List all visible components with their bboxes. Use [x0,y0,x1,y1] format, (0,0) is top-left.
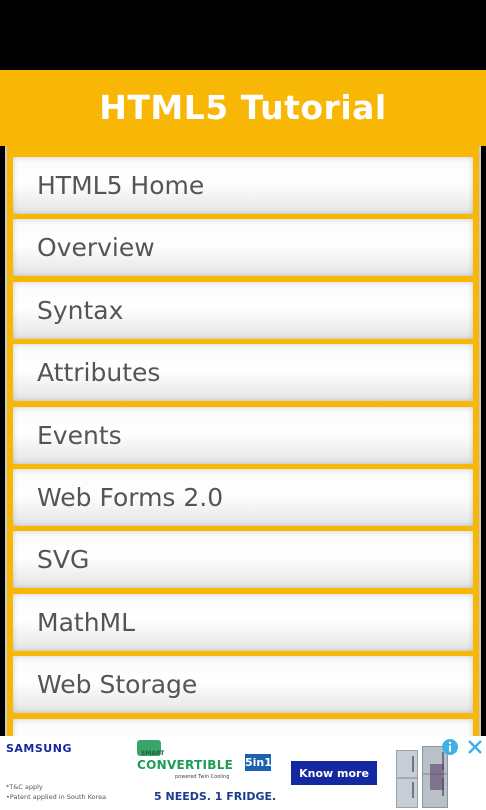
menu-item-events[interactable]: Events [13,406,473,464]
menu-item-label: SVG [37,545,90,575]
ad-product-name: CONVERTIBLE [137,758,234,772]
menu-item-mathml[interactable]: MathML [13,593,473,651]
ad-banner[interactable]: SAMSUNG *T&C apply •Patent applied in So… [0,736,486,810]
ad-headline: 5 NEEDS. 1 FRIDGE. [154,790,277,803]
ad-brand-logo: SAMSUNG [6,742,72,755]
menu-item-label: MathML [37,607,136,637]
menu-item-label: HTML5 Home [37,171,205,200]
menu-item-overview[interactable]: Overview [13,219,473,277]
menu-item-web-storage[interactable]: Web Storage [13,656,473,714]
ad-note-terms: *T&C apply [6,783,43,791]
menu-item-label: Web Storage [37,670,198,700]
menu-item-label: Syntax [37,295,124,325]
menu-item-svg[interactable]: SVG [13,531,473,589]
know-more-button[interactable]: Know more [291,761,377,785]
menu-item-label: Events [37,420,122,450]
menu-item-label: Web Forms 2.0 [37,482,224,512]
page-title: HTML5 Tutorial [99,87,387,127]
menu-item-web-forms[interactable]: Web Forms 2.0 [13,468,473,526]
panel-right-edge [479,146,481,736]
ad-note-patent: •Patent applied in South Korea [6,793,107,801]
ad-product-tag: 5in1 [245,754,272,771]
close-icon[interactable] [466,738,484,756]
menu-list: HTML5 Home Overview Syntax Attributes Ev… [13,157,473,736]
status-bar [0,0,486,70]
menu-item-html5-home[interactable]: HTML5 Home [13,157,473,214]
panel-left-edge [5,146,7,736]
info-icon[interactable] [441,738,459,756]
menu-panel: HTML5 Home Overview Syntax Attributes Ev… [5,146,481,736]
ad-product-badge: SMART CONVERTIBLE 5in1 powered Twin Cool… [137,740,273,780]
menu-item-partial[interactable] [13,718,473,736]
ad-badge-small: SMART [141,750,165,757]
menu-item-label: Overview [37,233,155,263]
ad-product-sub: powered Twin Cooling [175,774,230,780]
menu-item-label: Attributes [37,358,161,388]
app-header: HTML5 Tutorial [0,70,486,146]
menu-item-attributes[interactable]: Attributes [13,344,473,402]
menu-item-syntax[interactable]: Syntax [13,281,473,339]
